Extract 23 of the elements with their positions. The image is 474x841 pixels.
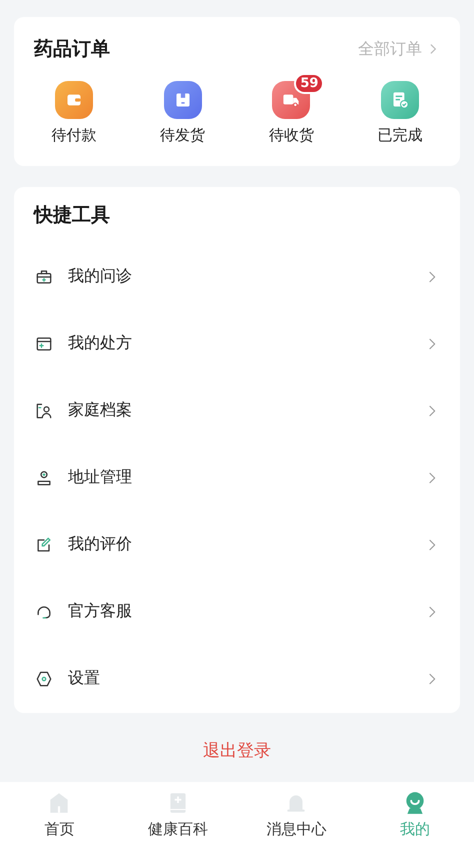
tool-list-item[interactable]: 我的评价 — [34, 511, 440, 578]
section-title: 快捷工具 — [34, 203, 110, 228]
order-status-button[interactable]: 已完成 — [362, 71, 438, 145]
tool-list-item[interactable]: 家庭档案 — [34, 377, 440, 444]
tool-list-item[interactable]: 地址管理 — [34, 444, 440, 511]
tool-list-item[interactable]: 官方客服 — [34, 578, 440, 645]
tool-list-item[interactable]: 我的处方 — [34, 310, 440, 377]
order-status-button[interactable]: 59 待收货 — [253, 71, 330, 145]
order-status-button[interactable]: 待发货 — [144, 71, 221, 145]
count-badge: 59 — [294, 73, 324, 94]
wallet-icon — [55, 81, 93, 119]
tab[interactable]: 首页 — [0, 782, 118, 841]
tool-list-item[interactable]: 我的问诊 — [34, 243, 440, 310]
document-check-icon — [380, 81, 419, 119]
logout-button[interactable]: 退出登录 — [203, 739, 271, 762]
box-icon — [164, 81, 202, 119]
order-status-button[interactable]: 待付款 — [36, 71, 112, 145]
tab[interactable]: 消息中心 — [237, 782, 356, 841]
section-title: 药品订单 — [34, 37, 110, 62]
tab[interactable]: 健康百科 — [118, 782, 237, 841]
settings-icon — [34, 668, 54, 688]
person-card-icon — [34, 400, 54, 420]
tool-list-item[interactable]: 设置 — [34, 645, 440, 712]
